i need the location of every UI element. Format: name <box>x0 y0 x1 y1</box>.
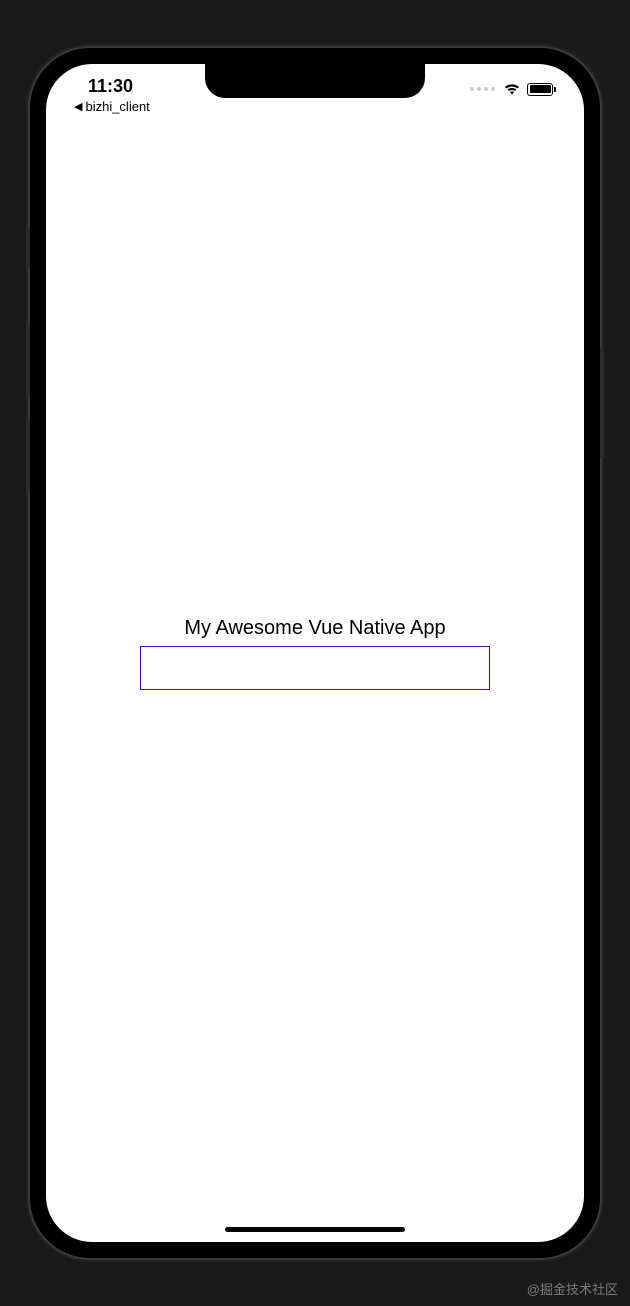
status-time: 11:30 <box>74 76 133 97</box>
back-arrow-icon: ◀ <box>74 100 82 113</box>
status-bar-right <box>470 76 556 96</box>
back-app-label: bizhi_client <box>85 99 149 114</box>
silent-switch <box>26 228 30 268</box>
battery-icon <box>527 83 556 96</box>
watermark-text: @掘金技术社区 <box>527 1279 618 1298</box>
status-bar-left: 11:30 ◀ bizhi_client <box>74 76 150 114</box>
app-title: My Awesome Vue Native App <box>184 617 445 640</box>
back-to-app-button[interactable]: ◀ bizhi_client <box>74 99 150 114</box>
recording-indicator-icon <box>470 87 495 91</box>
iphone-frame: 11:30 ◀ bizhi_client <box>30 48 600 1258</box>
volume-up-button <box>26 323 30 398</box>
volume-down-button <box>26 418 30 493</box>
phone-screen: 11:30 ◀ bizhi_client <box>46 64 584 1242</box>
app-content-area: My Awesome Vue Native App <box>46 64 584 1242</box>
wifi-icon <box>503 82 521 96</box>
home-indicator[interactable] <box>225 1227 405 1232</box>
notch <box>205 64 425 98</box>
power-button <box>600 348 604 458</box>
text-input[interactable] <box>140 646 490 690</box>
